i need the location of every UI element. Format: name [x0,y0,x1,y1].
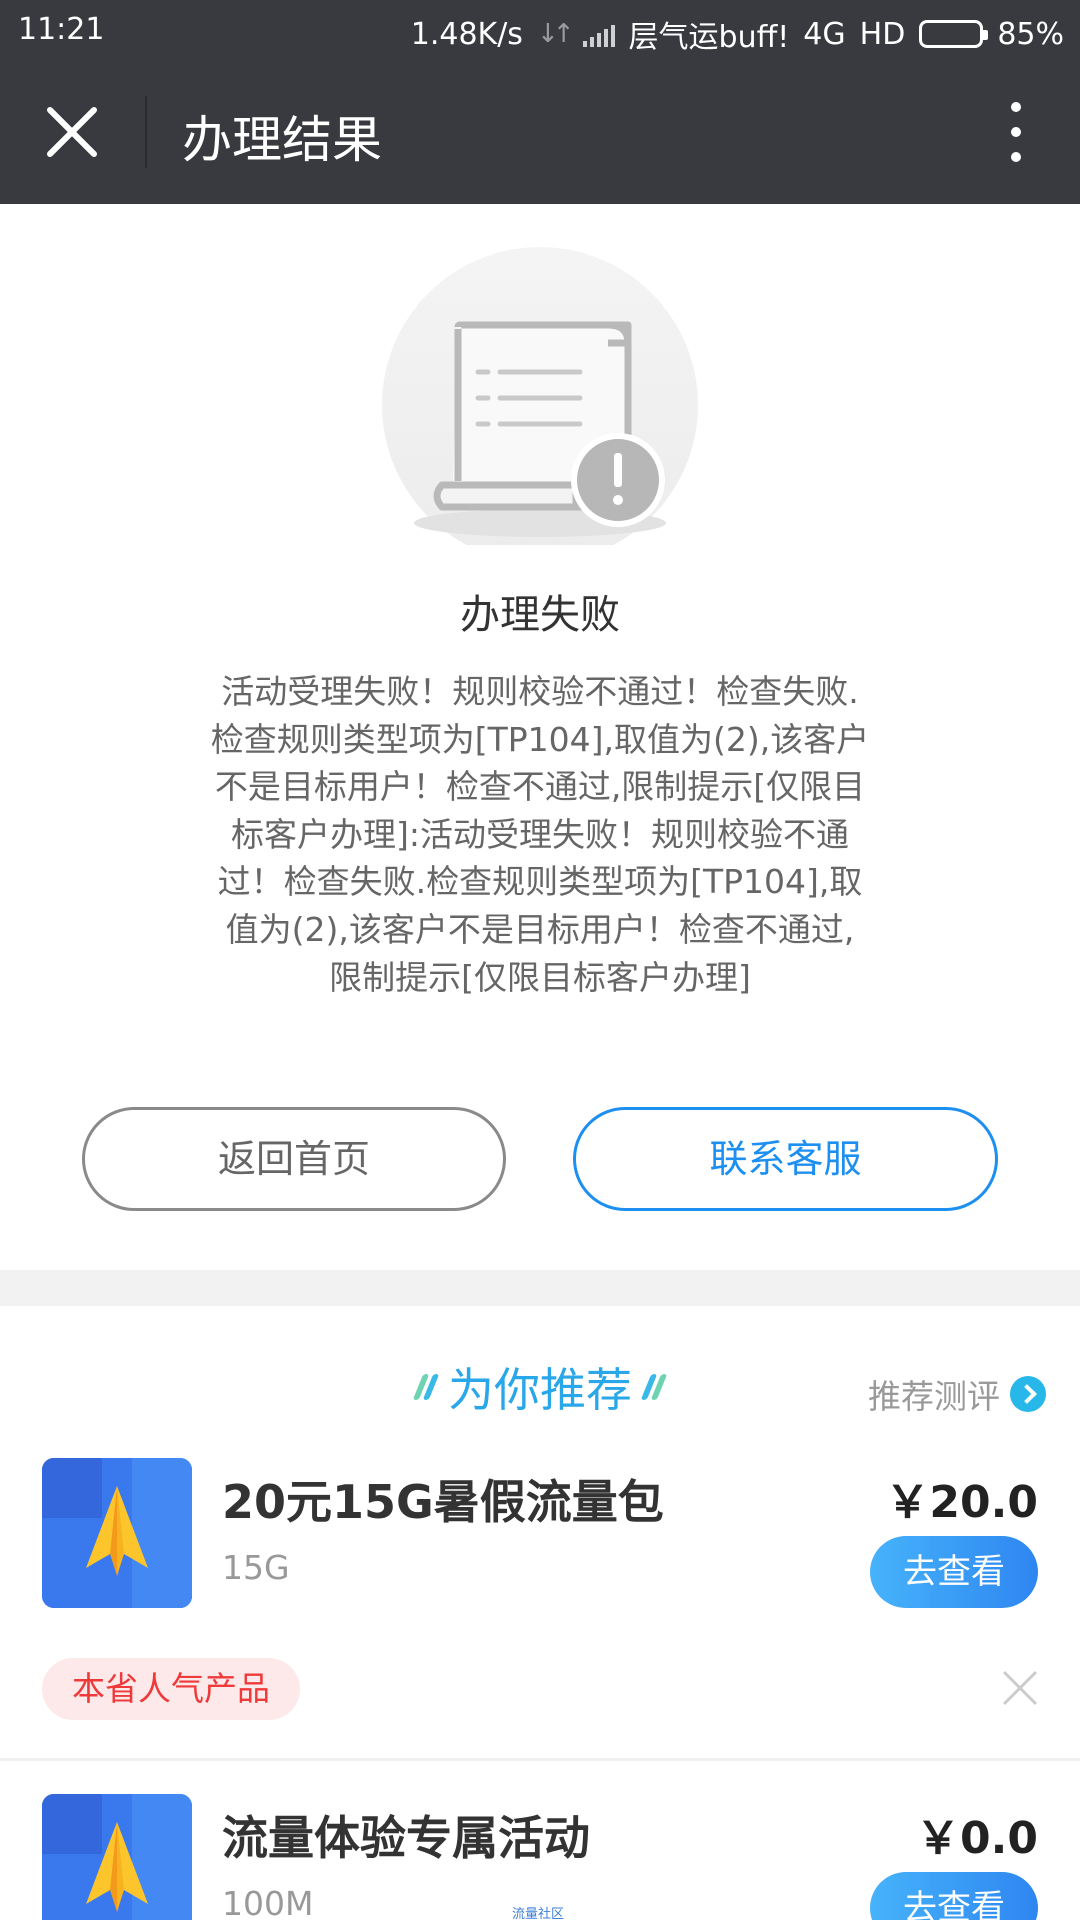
recommend-eval-link[interactable]: 推荐测评 [868,1370,1046,1418]
recommend-eval-label: 推荐测评 [868,1377,1000,1416]
view-product-button[interactable]: 去查看 [870,1872,1038,1920]
close-icon[interactable] [36,96,108,168]
popular-tag: 本省人气产品 [42,1658,300,1720]
page-title: 办理结果 [182,111,382,169]
document-warning-icon [380,245,700,563]
status-right-group: 1.48K/s ↓↑ 层气运buff! 4G HD 85% [411,12,1064,56]
signal-icon [582,21,615,47]
slash-right-icon [640,1374,668,1400]
back-home-button[interactable]: 返回首页 [82,1107,506,1211]
view-product-button[interactable]: 去查看 [870,1536,1038,1608]
product-spec: 15G [222,1548,290,1587]
chevron-right-icon [1010,1376,1046,1412]
result-message: 活动受理失败！规则校验不通过！检查失败.检查规则类型项为[TP104],取值为(… [210,672,870,997]
network-speed: 1.48K/s [410,16,523,52]
result-title: 办理失败 [460,592,620,638]
battery-icon [919,20,989,48]
data-transfer-icon: ↓↑ [536,19,574,49]
status-time: 11:21 [18,12,105,47]
hd-indicator: HD [859,16,906,52]
product-price: ￥20.0 [885,1477,1038,1528]
more-vertical-icon[interactable] [996,96,1036,168]
product-price: ￥0.0 [916,1813,1038,1864]
product-name: 流量体验专属活动 [222,1811,590,1865]
nav-bar: 办理结果 [0,60,1080,204]
recommend-title-group: 为你推荐 [412,1354,668,1420]
battery-percent: 85% [997,16,1064,52]
status-bar: 11:21 1.48K/s ↓↑ 层气运buff! 4G HD 85% [0,0,1080,60]
watermark-text: 流量社区 [512,1907,565,1920]
nav-divider [145,96,147,168]
product-name: 20元15G暑假流量包 [222,1475,664,1529]
carrier-name: 层气运buff! [628,20,790,55]
product-spec: 100M [222,1884,314,1920]
dismiss-icon[interactable] [1000,1668,1040,1708]
contact-service-button[interactable]: 联系客服 [573,1107,998,1211]
slash-left-icon [412,1374,440,1400]
paper-plane-icon [42,1794,192,1920]
section-divider [0,1270,1080,1306]
paper-plane-icon [42,1458,192,1608]
network-type: 4G [803,16,846,52]
list-divider [0,1758,1080,1761]
recommend-title: 为你推荐 [448,1363,632,1417]
